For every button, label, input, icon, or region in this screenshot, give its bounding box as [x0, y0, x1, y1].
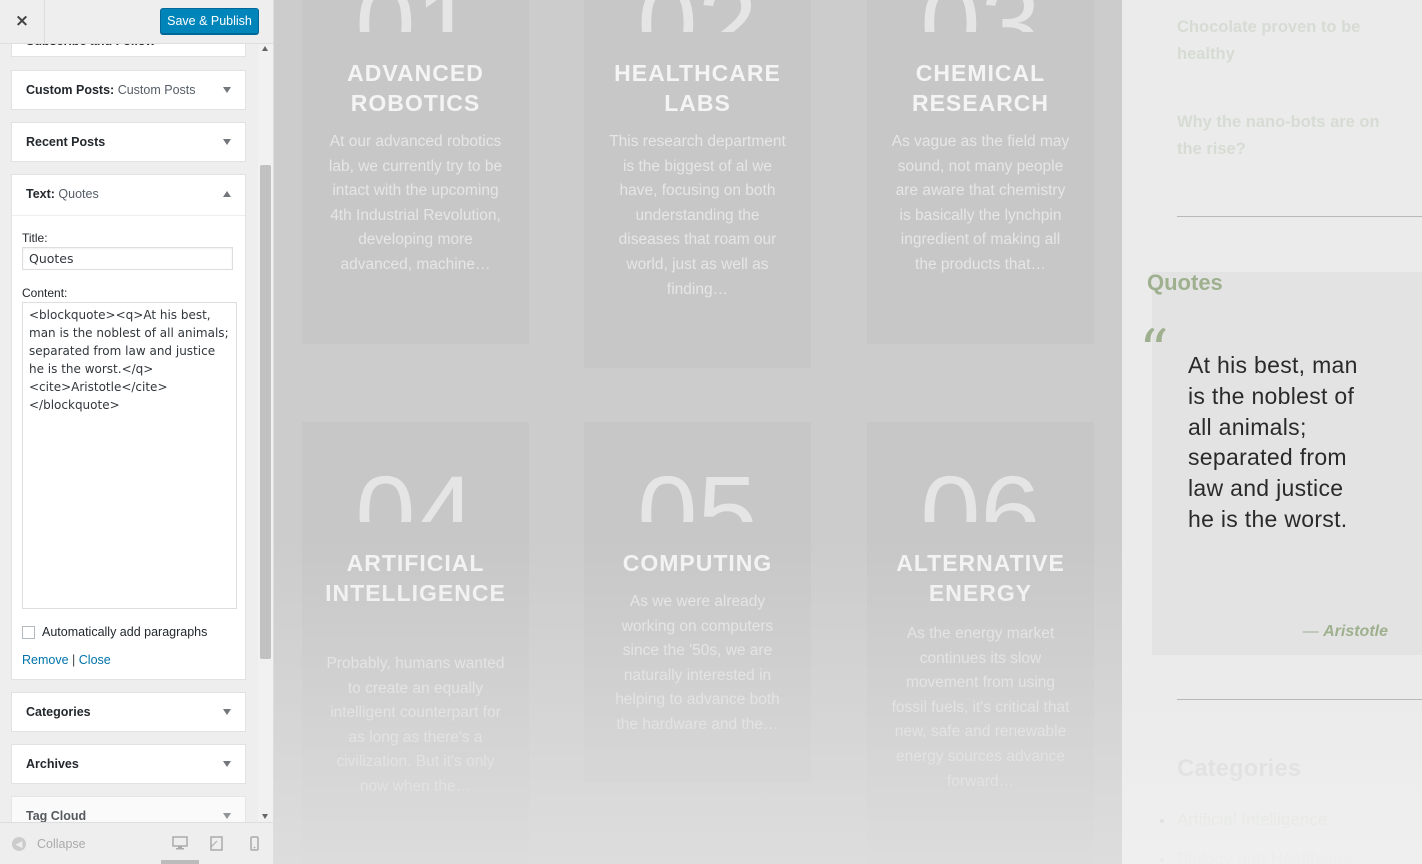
card-number: 01	[302, 0, 529, 32]
quote-citation: — Aristotle	[1303, 623, 1388, 641]
widget-title: Recent Posts	[26, 135, 106, 149]
recent-post-link[interactable]: Chocolate proven to be healthy	[1177, 14, 1397, 68]
card-title[interactable]: Advanced Robotics	[322, 58, 509, 118]
widget-type: Custom Posts:	[26, 83, 115, 97]
card-number: 06	[920, 460, 1041, 522]
widget-title: Archives	[26, 757, 79, 771]
save-publish-button[interactable]: Save & Publish	[160, 8, 259, 34]
mobile-icon[interactable]	[250, 836, 259, 854]
content-label: Content:	[22, 286, 68, 300]
card-excerpt: As the energy market continues its slow …	[891, 625, 1070, 790]
site-preview: 01 Advanced Robotics At our advanced rob…	[274, 0, 1422, 864]
category-link[interactable]: Biology and Healthcare	[1177, 849, 1353, 864]
widget-title: Categories	[26, 705, 91, 719]
active-device-indicator	[161, 860, 199, 864]
card-number: 02	[584, 0, 811, 32]
card-title[interactable]: Alternative Energy	[887, 548, 1074, 608]
widget-archives[interactable]: Archives	[11, 744, 246, 784]
citation-dash: —	[1302, 623, 1319, 640]
service-card[interactable]: 04 Artificial Intelligence Probably, hum…	[302, 422, 529, 864]
widget-header[interactable]: Text: Quotes	[12, 175, 245, 216]
widget-title: Tag Cloud	[26, 809, 87, 822]
service-card[interactable]: 01 Advanced Robotics At our advanced rob…	[302, 0, 529, 344]
expand-arrow-icon[interactable]	[223, 87, 231, 93]
card-title[interactable]: Artificial Intelligence	[322, 548, 509, 608]
card-title[interactable]: Chemical Research	[887, 58, 1074, 118]
card-title[interactable]: Computing	[604, 548, 791, 578]
category-link[interactable]: Artificial Intelligence	[1177, 810, 1327, 830]
tablet-icon[interactable]	[210, 836, 223, 854]
close-customizer-button[interactable]: ×	[0, 0, 45, 43]
expand-arrow-icon[interactable]	[223, 761, 231, 767]
categories-widget-title: Categories	[1177, 755, 1302, 782]
desktop-icon[interactable]	[172, 836, 188, 853]
widget-subtitle: Quotes	[58, 187, 99, 201]
scroll-up-icon[interactable]	[262, 46, 268, 51]
widget-categories[interactable]: Categories	[11, 692, 246, 732]
citation-author: Aristotle	[1323, 623, 1388, 640]
collapse-arrow-icon[interactable]	[223, 191, 231, 197]
card-excerpt: At our advanced robotics lab, we current…	[328, 133, 503, 273]
scrollbar-thumb[interactable]	[260, 165, 271, 659]
service-card[interactable]: 03 Chemical Research As vague as the fie…	[867, 0, 1094, 344]
card-excerpt: As vague as the field may sound, not man…	[891, 133, 1070, 273]
widget-type: Text:	[26, 187, 55, 201]
widget-title: Text: Quotes	[26, 187, 99, 201]
widget-title: Custom Posts: Custom Posts	[26, 83, 196, 97]
auto-paragraphs-label: Automatically add paragraphs	[42, 625, 208, 639]
widget-recent-posts[interactable]: Recent Posts	[11, 122, 246, 162]
scroll-down-icon[interactable]	[262, 814, 268, 819]
list-bullet	[1160, 819, 1164, 823]
site-sidebar: Chocolate proven to be healthy Why the n…	[1122, 0, 1422, 864]
card-number: 04	[355, 460, 476, 522]
customizer-header: × Save & Publish	[0, 0, 273, 44]
customizer-sidebar: Subscribe and Follow Custom Posts: Custo…	[0, 0, 274, 864]
auto-paragraphs-checkbox[interactable]	[22, 626, 35, 639]
sidebar-scrollbar[interactable]	[258, 43, 273, 822]
card-excerpt: This research department is the biggest …	[609, 133, 786, 298]
close-link[interactable]: Close	[79, 653, 111, 667]
quote-mark-icon: “	[1139, 317, 1169, 385]
card-excerpt: As we were already working on computers …	[615, 593, 780, 733]
card-excerpt: Probably, humans wanted to create an equ…	[326, 655, 505, 795]
customizer-footer: ◀ Collapse	[0, 822, 273, 864]
service-card[interactable]: 06 Alternative Energy As the energy mark…	[867, 422, 1094, 864]
sidebar-divider	[1177, 699, 1422, 700]
title-label: Title:	[22, 231, 48, 245]
list-bullet	[1160, 858, 1164, 862]
card-number: 05	[637, 460, 758, 522]
link-separator: |	[72, 653, 76, 667]
widget-text-quotes: Text: Quotes Title: Content: <blockquote…	[11, 174, 246, 680]
expand-arrow-icon[interactable]	[223, 139, 231, 145]
quote-text: At his best, man is the noblest of all a…	[1188, 352, 1358, 532]
card-title[interactable]: Healthcare Labs	[604, 58, 791, 118]
expand-arrow-icon[interactable]	[223, 709, 231, 715]
card-number: 03	[867, 0, 1094, 32]
widget-actions: Remove | Close	[22, 653, 111, 667]
service-card[interactable]: 05 Computing As we were already working …	[584, 422, 811, 782]
sidebar-divider	[1177, 216, 1422, 217]
widget-subtitle: Custom Posts	[117, 83, 196, 97]
expand-arrow-icon[interactable]	[223, 813, 231, 819]
widget-tag-cloud[interactable]: Tag Cloud	[11, 796, 246, 822]
recent-post-link[interactable]: Why the nano-bots are on the rise?	[1177, 109, 1397, 163]
title-input[interactable]	[22, 247, 233, 270]
collapse-icon[interactable]: ◀	[12, 837, 26, 851]
quote-widget-title: Quotes	[1147, 270, 1223, 295]
content-textarea[interactable]: <blockquote><q>At his best, man is the n…	[22, 302, 237, 609]
service-card[interactable]: 02 Healthcare Labs This research departm…	[584, 0, 811, 368]
collapse-button[interactable]: Collapse	[37, 837, 86, 851]
widget-custom-posts[interactable]: Custom Posts: Custom Posts	[11, 70, 246, 110]
remove-link[interactable]: Remove	[22, 653, 69, 667]
widgets-panel: Subscribe and Follow Custom Posts: Custo…	[0, 0, 258, 822]
